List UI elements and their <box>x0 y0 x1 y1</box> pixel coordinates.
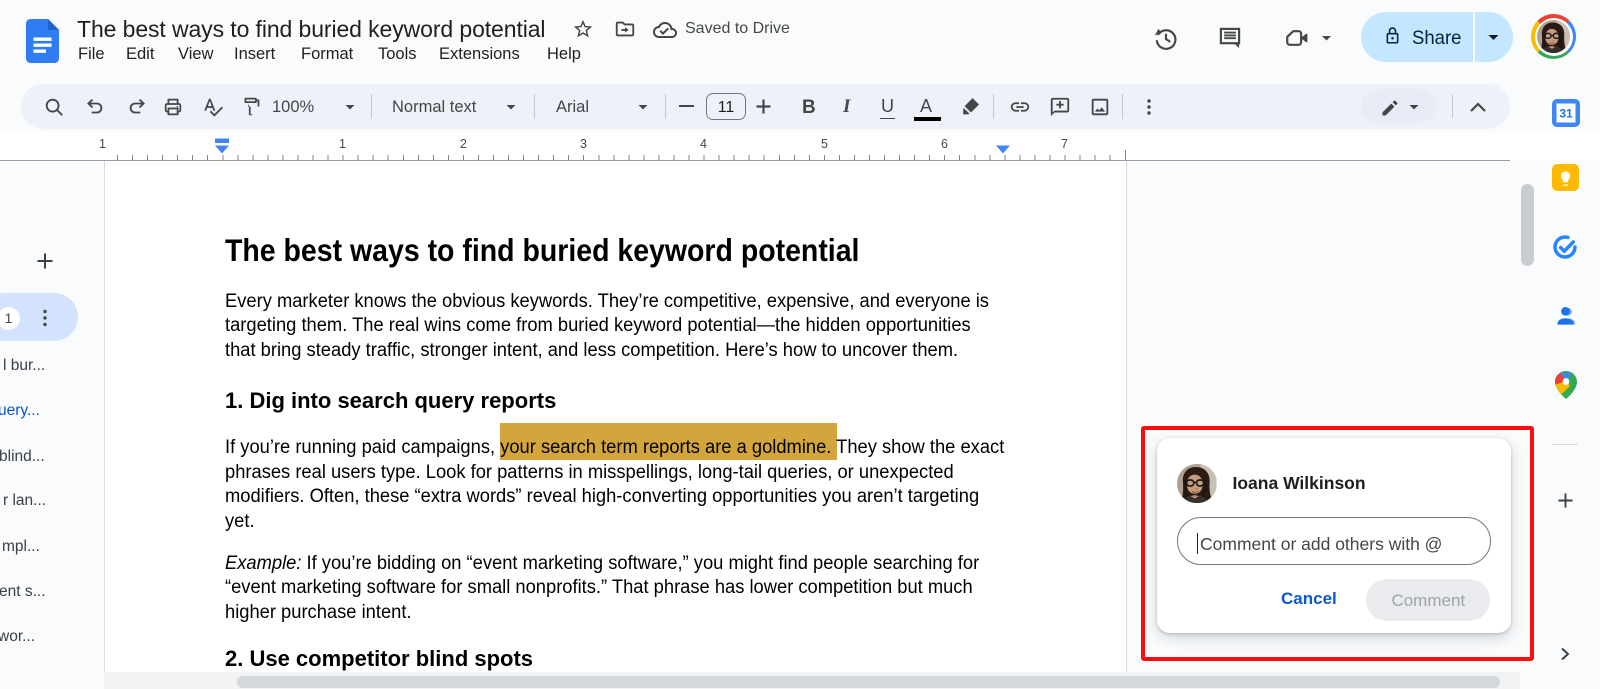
svg-text:31: 31 <box>1559 107 1573 121</box>
